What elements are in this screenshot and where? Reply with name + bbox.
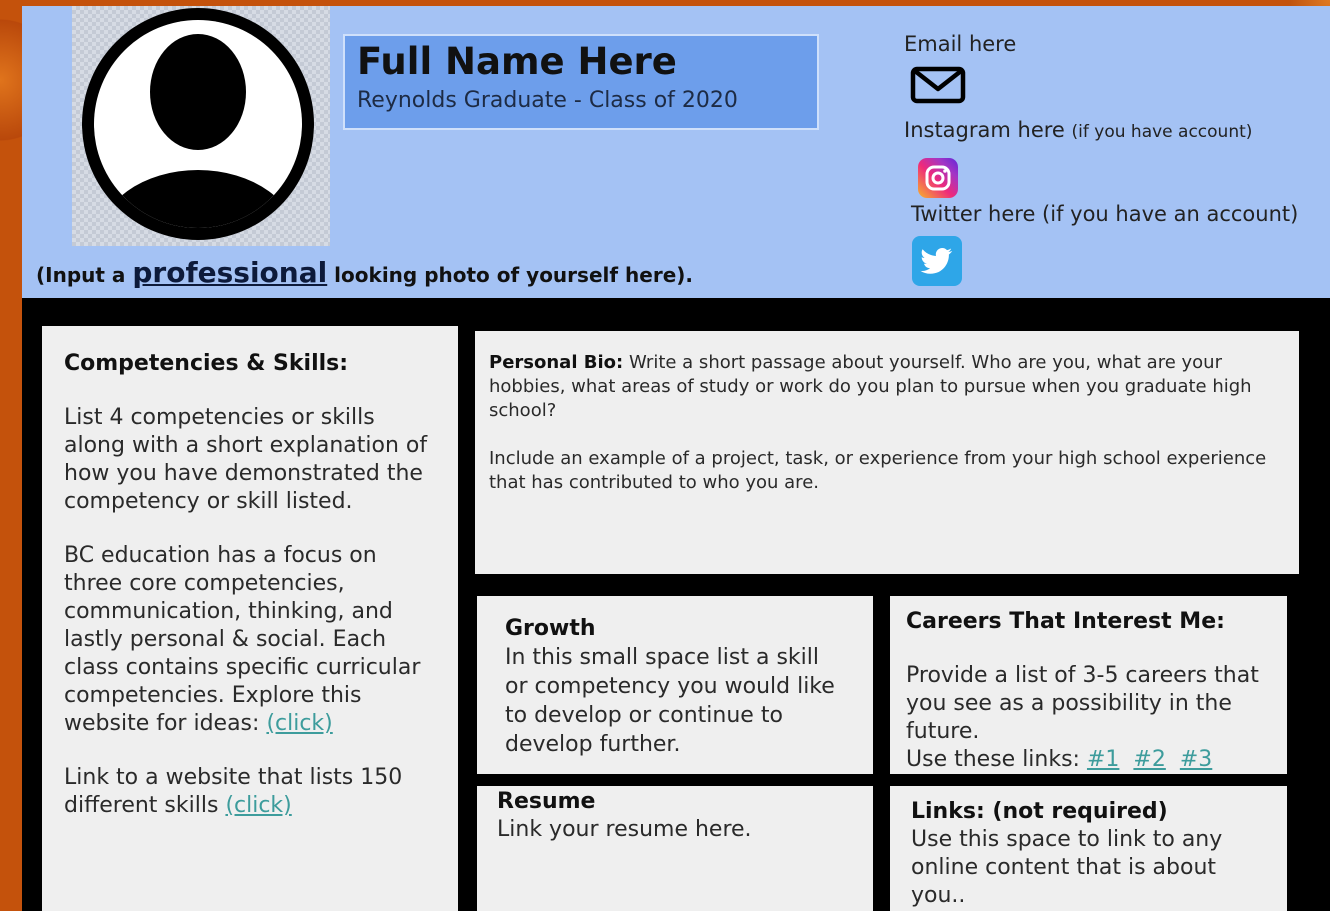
skills-list-link[interactable]: (click) (225, 793, 291, 818)
careers-links-prefix: Use these links: (906, 747, 1087, 772)
resume-panel[interactable]: Resume Link your resume here. (477, 786, 873, 911)
career-link-2[interactable]: #2 (1133, 747, 1165, 772)
competencies-heading: Competencies & Skills: (64, 351, 349, 376)
links-text: Use this space to link to any online con… (911, 827, 1223, 908)
career-link-3[interactable]: #3 (1180, 747, 1212, 772)
profile-photo-placeholder[interactable] (72, 6, 330, 246)
competencies-website-link[interactable]: (click) (266, 711, 332, 736)
slide: Full Name Here Reynolds Graduate - Class… (22, 6, 1330, 911)
competencies-para-2: BC education has a focus on three core c… (64, 542, 436, 738)
photo-caption: (Input a professional looking photo of y… (36, 256, 693, 289)
header-section: Full Name Here Reynolds Graduate - Class… (22, 6, 1330, 298)
user-avatar-icon (82, 8, 314, 240)
photo-caption-before: (Input a (36, 263, 133, 287)
competencies-para-1: List 4 competencies or skills along with… (64, 405, 428, 514)
competencies-para-2-text: BC education has a focus on three core c… (64, 543, 421, 736)
careers-panel[interactable]: Careers That Interest Me: Provide a list… (890, 596, 1287, 774)
careers-heading: Careers That Interest Me: (906, 609, 1225, 634)
resume-text: Link your resume here. (497, 817, 752, 842)
resume-heading: Resume (497, 789, 596, 814)
photo-caption-emphasis: professional (132, 256, 328, 289)
bio-para-1: Personal Bio: Write a short passage abou… (489, 351, 1285, 423)
instagram-line: Instagram here (if you have account) (904, 118, 1252, 142)
growth-heading: Growth (505, 616, 596, 641)
photo-caption-after: looking photo of yourself here). (327, 263, 693, 287)
career-link-1[interactable]: #1 (1087, 747, 1119, 772)
careers-links-line: Use these links: #1 #2 #3 (906, 746, 1271, 774)
personal-bio-panel[interactable]: Personal Bio: Write a short passage abou… (475, 331, 1299, 574)
instagram-icon[interactable] (918, 158, 958, 198)
graduate-subtitle[interactable]: Reynolds Graduate - Class of 2020 (357, 88, 738, 113)
bio-para-2: Include an example of a project, task, o… (489, 448, 1267, 493)
links-heading: Links: (not required) (911, 799, 1168, 824)
growth-panel[interactable]: Growth In this small space list a skill … (477, 596, 873, 774)
instagram-label[interactable]: Instagram here (904, 118, 1065, 142)
name-box: Full Name Here Reynolds Graduate - Class… (343, 34, 819, 130)
instagram-note: (if you have account) (1071, 122, 1253, 142)
bio-heading: Personal Bio: (489, 352, 624, 373)
mail-icon[interactable] (910, 66, 966, 104)
full-name[interactable]: Full Name Here (357, 40, 677, 83)
careers-text: Provide a list of 3-5 careers that you s… (906, 663, 1259, 744)
twitter-icon[interactable] (912, 236, 962, 286)
twitter-label[interactable]: Twitter here (if you have an account) (911, 202, 1298, 226)
links-panel[interactable]: Links: (not required) Use this space to … (890, 786, 1287, 911)
competencies-para-3: Link to a website that lists 150 differe… (64, 764, 436, 820)
growth-text: In this small space list a skill or comp… (505, 645, 835, 757)
email-label[interactable]: Email here (904, 32, 1016, 56)
competencies-panel[interactable]: Competencies & Skills: List 4 competenci… (42, 326, 458, 911)
